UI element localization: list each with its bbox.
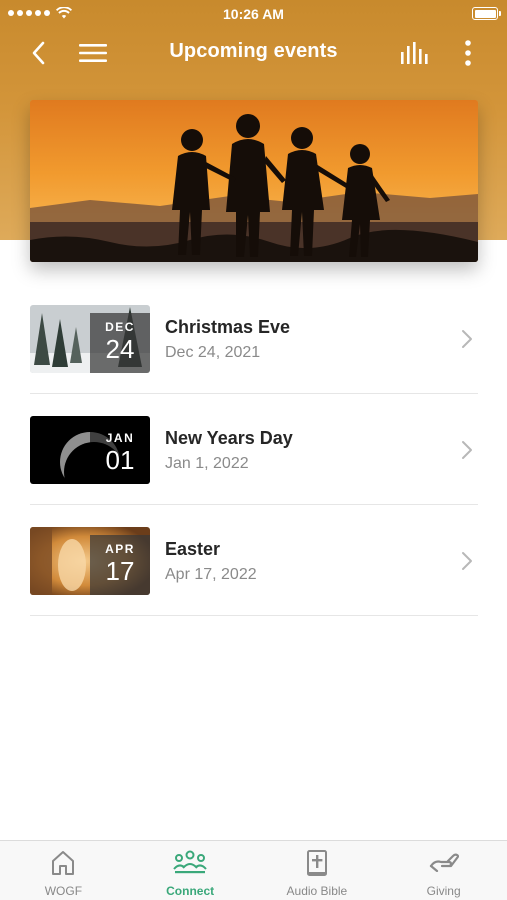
events-list: DEC 24 Christmas Eve Dec 24, 2021 JAN 01… [30, 283, 478, 616]
chevron-right-icon [462, 441, 472, 459]
event-date: Jan 1, 2022 [165, 455, 249, 472]
tab-wogf[interactable]: WOGF [0, 841, 127, 900]
audio-bars-icon [401, 42, 428, 64]
date-month: DEC [105, 320, 135, 334]
event-thumbnail: APR 17 [30, 527, 150, 595]
more-options-button[interactable] [451, 36, 485, 70]
date-day: 17 [105, 556, 135, 586]
chevron-right-icon [462, 330, 472, 348]
date-badge: APR 17 [90, 535, 150, 595]
event-thumbnail: JAN 01 [30, 416, 150, 484]
giving-hand-icon [429, 853, 459, 872]
tab-label: WOGF [44, 884, 83, 898]
nav-bar: Upcoming events [0, 30, 507, 76]
event-title: New Years Day [165, 428, 293, 448]
event-row-new-years-day[interactable]: JAN 01 New Years Day Jan 1, 2022 [30, 394, 478, 505]
people-icon [173, 850, 207, 874]
tab-audio-bible[interactable]: Audio Bible [254, 841, 381, 900]
date-badge: DEC 24 [90, 313, 150, 373]
bible-icon [306, 850, 327, 876]
event-row-easter[interactable]: APR 17 Easter Apr 17, 2022 [30, 505, 478, 616]
date-day: 01 [105, 445, 135, 475]
date-month: APR [105, 542, 135, 556]
more-vertical-icon [465, 40, 471, 66]
tab-label: Connect [166, 884, 215, 898]
date-month: JAN [105, 431, 135, 445]
status-bar: 10:26 AM [0, 0, 507, 28]
chevron-right-icon [462, 552, 472, 570]
battery-icon [472, 7, 501, 20]
tab-bar: WOGF Connect Audio Bible Giving [0, 840, 507, 900]
tab-giving[interactable]: Giving [380, 841, 507, 900]
status-time: 10:26 AM [223, 6, 284, 22]
event-title: Christmas Eve [165, 317, 291, 337]
event-title: Easter [165, 539, 221, 559]
tab-label: Giving [426, 884, 461, 898]
date-badge: JAN 01 [90, 424, 150, 484]
hero-image [30, 100, 478, 262]
event-date: Apr 17, 2022 [165, 566, 257, 583]
tab-connect[interactable]: Connect [127, 841, 254, 900]
event-thumbnail: DEC 24 [30, 305, 150, 373]
tab-label: Audio Bible [286, 884, 348, 898]
date-day: 24 [105, 334, 135, 364]
audio-levels-button[interactable] [397, 36, 431, 70]
event-date: Dec 24, 2021 [165, 344, 261, 361]
home-icon [52, 851, 75, 875]
event-row-christmas-eve[interactable]: DEC 24 Christmas Eve Dec 24, 2021 [30, 283, 478, 394]
